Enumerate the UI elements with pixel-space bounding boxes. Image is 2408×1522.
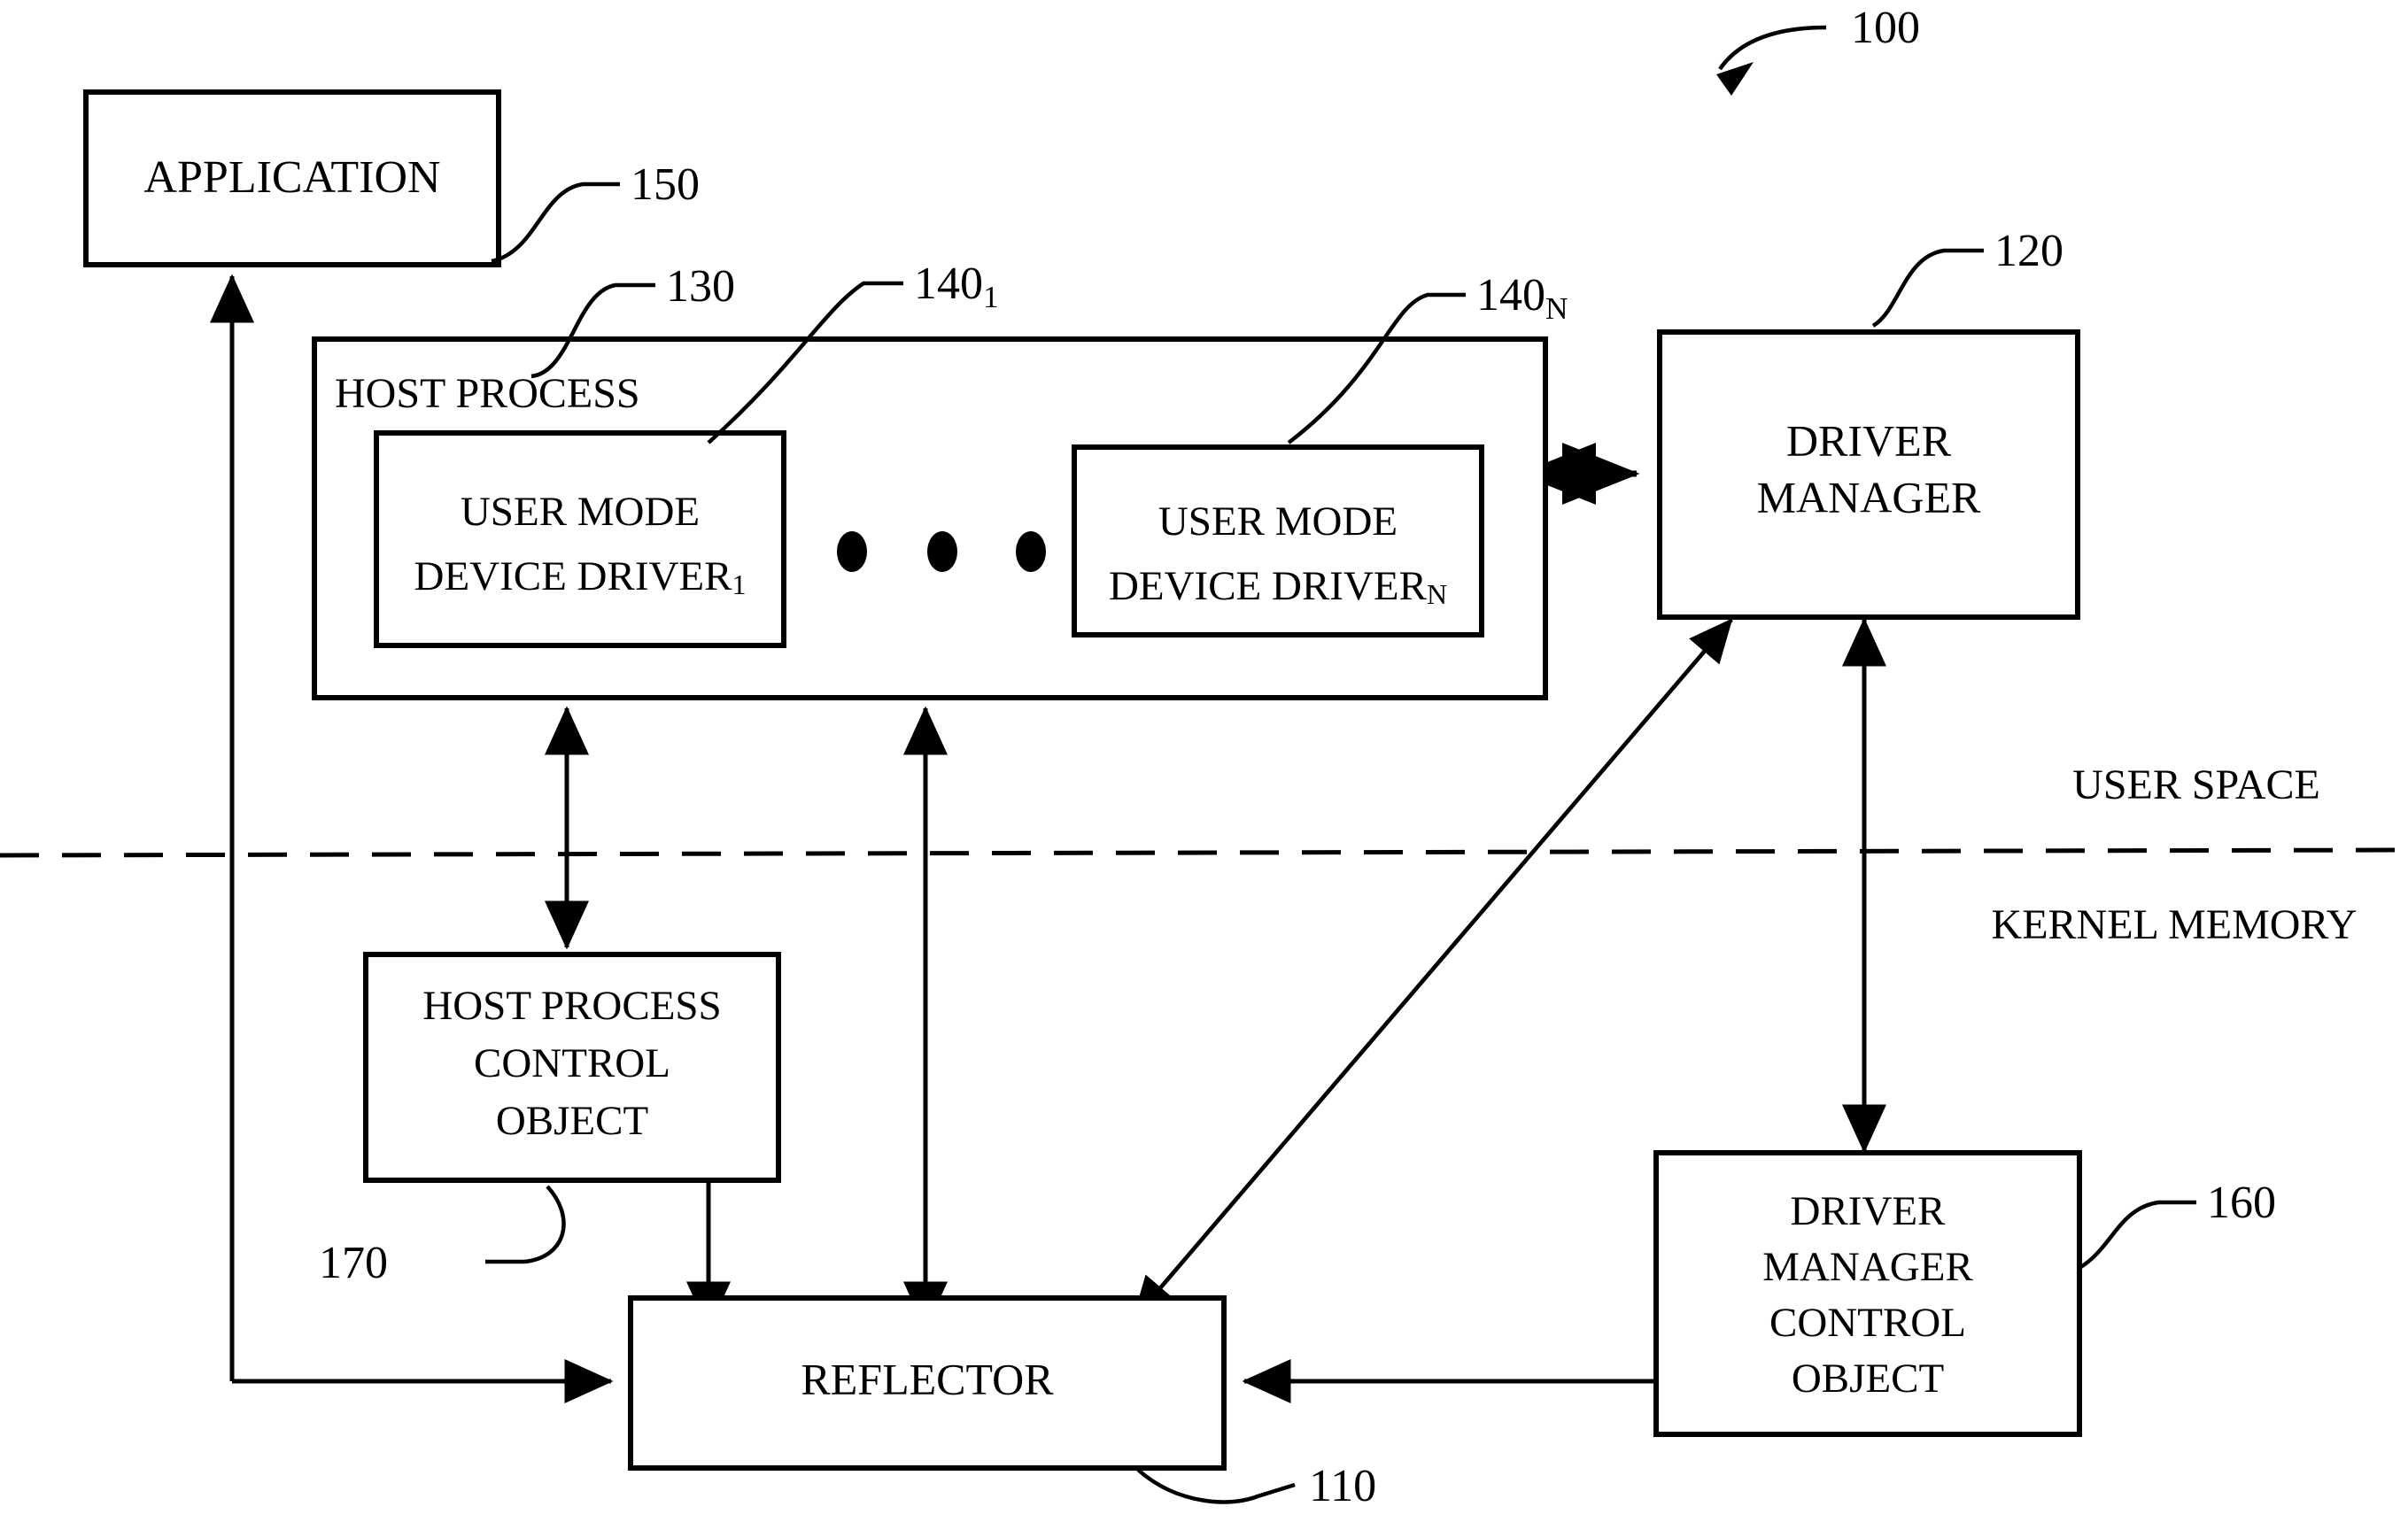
- hpco-label-line1: HOST PROCESS: [422, 983, 721, 1029]
- leader-110: [1136, 1468, 1296, 1504]
- box-user-mode-device-driver-1[interactable]: [374, 430, 786, 648]
- reflector-label: REFLECTOR: [801, 1354, 1054, 1403]
- ref-170: 170: [319, 1238, 388, 1288]
- ref-110: 110: [1309, 1461, 1376, 1511]
- ref-140-1: 1401: [914, 259, 999, 314]
- leader-170: [485, 1185, 566, 1264]
- dmco-label-line2: MANAGER: [1762, 1244, 1973, 1290]
- driver-manager-label-line2: MANAGER: [1757, 472, 1981, 521]
- application-label: APPLICATION: [143, 152, 440, 203]
- host-process-label: HOST PROCESS: [335, 370, 640, 417]
- user-space-label: USER SPACE: [2072, 761, 2320, 808]
- diagram-canvas: APPLICATION HOST PROCESS USER MODE DEVIC…: [0, 3, 2408, 1511]
- umddn-label-line2: DEVICE DRIVERN: [1109, 563, 1447, 611]
- dmco-label-line3: CONTROL: [1769, 1300, 1966, 1346]
- ref-140-n: 140N: [1476, 270, 1568, 326]
- patent-figure: APPLICATION HOST PROCESS USER MODE DEVIC…: [0, 0, 2408, 1522]
- driver-manager-label-line1: DRIVER: [1786, 415, 1952, 465]
- leader-160: [2078, 1200, 2196, 1270]
- umdd1-label-line1: USER MODE: [461, 489, 700, 535]
- user-kernel-divider: [0, 847, 2408, 858]
- ref-100: 100: [1851, 3, 1920, 53]
- hpco-label-line2: CONTROL: [474, 1040, 670, 1086]
- leader-120: [1871, 248, 1984, 328]
- ref-130: 130: [666, 261, 735, 312]
- ref-160: 160: [2207, 1178, 2276, 1228]
- umdd1-label-line2: DEVICE DRIVER1: [414, 553, 747, 601]
- hpco-label-line3: OBJECT: [496, 1098, 648, 1144]
- connector-reflector-drivermanager: [1132, 618, 1733, 1321]
- dmco-label-line1: DRIVER: [1791, 1188, 1947, 1234]
- kernel-memory-label: KERNEL MEMORY: [1992, 901, 2358, 948]
- figure-number-leader: [1716, 25, 1827, 96]
- umddn-label-line1: USER MODE: [1158, 498, 1398, 545]
- ref-150: 150: [631, 159, 700, 210]
- dmco-label-line4: OBJECT: [1792, 1356, 1944, 1402]
- ref-120: 120: [1994, 226, 2063, 276]
- leader-150: [491, 182, 620, 264]
